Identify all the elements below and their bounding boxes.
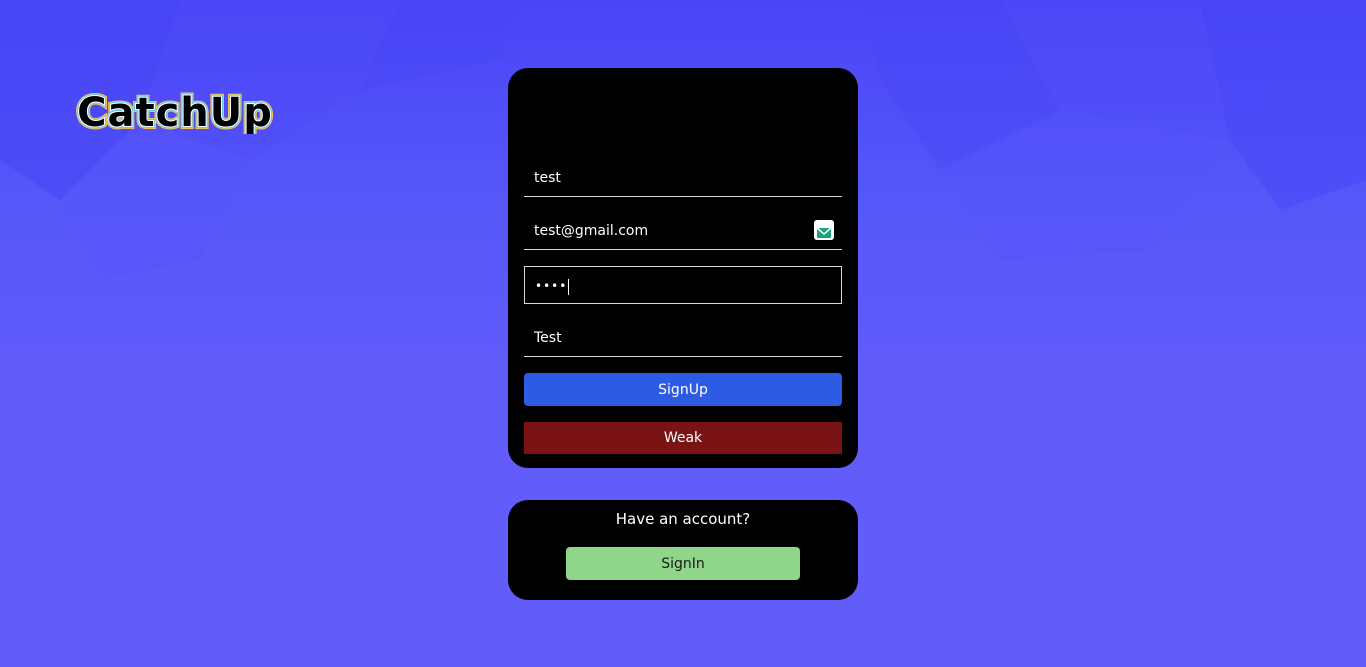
password-strength-indicator: Weak	[524, 422, 842, 454]
logo-text: CatchUp	[77, 90, 273, 134]
email-value: test@gmail.com	[534, 223, 649, 239]
signup-button[interactable]: SignUp	[524, 373, 842, 406]
signin-button[interactable]: SignIn	[566, 547, 800, 580]
mail-icon[interactable]	[814, 220, 834, 240]
username-value: test	[534, 170, 561, 186]
password-value: ••••	[535, 279, 568, 293]
email-input[interactable]: test@gmail.com	[524, 212, 842, 250]
app-logo: CatchUp CatchUp CatchUp CatchUp	[0, 88, 350, 134]
password-input[interactable]: ••••	[524, 266, 842, 304]
text-caret	[568, 278, 570, 295]
confirm-input[interactable]: Test	[524, 319, 842, 357]
have-account-prompt: Have an account?	[615, 510, 751, 528]
signin-card: Have an account? SignIn	[508, 500, 858, 600]
confirm-value: Test	[534, 330, 562, 346]
signup-card: test test@gmail.com •••• Test SignUp Wea…	[508, 68, 858, 468]
username-input[interactable]: test	[524, 159, 842, 197]
